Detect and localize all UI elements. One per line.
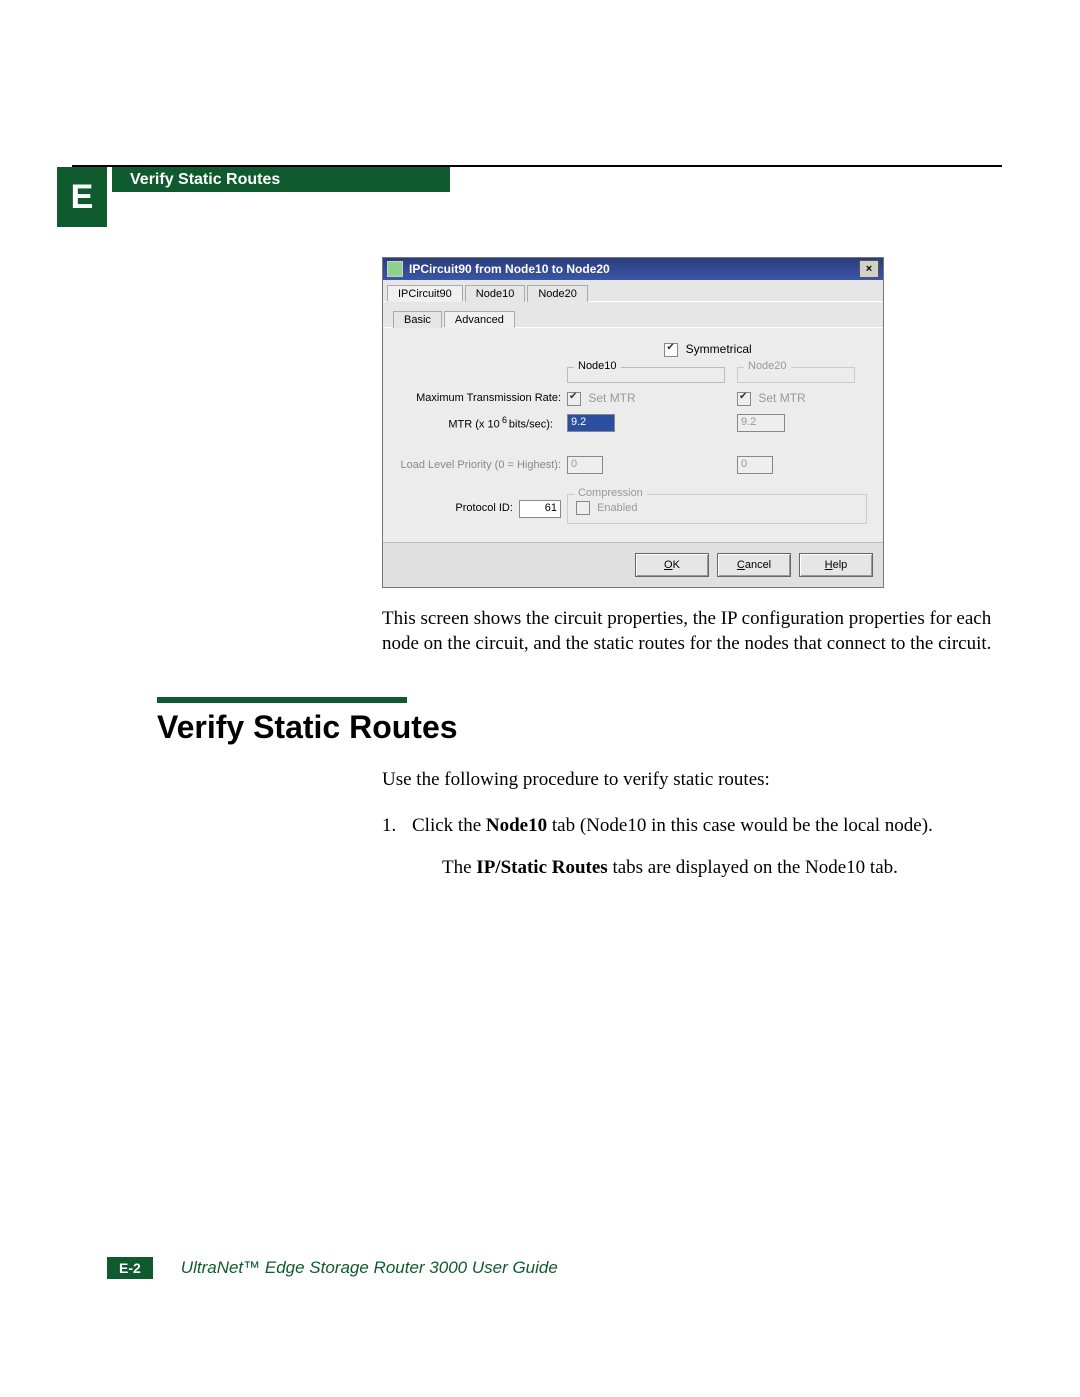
appendix-letter-block: E bbox=[57, 167, 107, 227]
caption-paragraph: This screen shows the circuit properties… bbox=[382, 606, 1002, 657]
step-1-result: The IP/Static Routes tabs are displayed … bbox=[412, 854, 1002, 882]
node10-setmtr-cell: Set MTR bbox=[567, 391, 737, 406]
symmetrical-checkbox[interactable] bbox=[664, 343, 678, 357]
main-column: IPCircuit90 from Node10 to Node20 × IPCi… bbox=[382, 257, 1002, 657]
protocol-id-label: Protocol ID: 61 bbox=[397, 500, 567, 518]
symmetrical-row: Symmetrical bbox=[547, 342, 869, 357]
tab-ipcircuit90[interactable]: IPCircuit90 bbox=[387, 285, 463, 302]
book-title: UltraNet™ Edge Storage Router 3000 User … bbox=[181, 1258, 558, 1278]
node10-legend: Node10 bbox=[574, 360, 621, 372]
page-header: E Verify Static Routes bbox=[72, 165, 1002, 207]
node20-mtr-input: 9.2 bbox=[737, 414, 785, 432]
circuit-properties-dialog: IPCircuit90 from Node10 to Node20 × IPCi… bbox=[382, 257, 884, 588]
symmetrical-label: Symmetrical bbox=[686, 342, 752, 356]
ok-button[interactable]: OK bbox=[635, 553, 709, 577]
node10-setmtr-label: Set MTR bbox=[588, 391, 635, 405]
help-button[interactable]: Help bbox=[799, 553, 873, 577]
procedure-step-1: 1.Click the Node10 tab (Node10 in this c… bbox=[382, 812, 1002, 881]
node20-priority-input: 0 bbox=[737, 456, 773, 474]
appendix-letter: E bbox=[71, 178, 94, 217]
dialog-titlebar: IPCircuit90 from Node10 to Node20 × bbox=[383, 258, 883, 280]
close-button[interactable]: × bbox=[859, 260, 879, 278]
tab-basic[interactable]: Basic bbox=[393, 311, 442, 328]
section-heading-block: Verify Static Routes bbox=[157, 697, 1002, 746]
protocol-id-input[interactable]: 61 bbox=[519, 500, 561, 518]
node10-mtr-input[interactable]: 9.2 bbox=[567, 414, 615, 432]
procedure-intro: Use the following procedure to verify st… bbox=[382, 766, 1002, 794]
tab-node20[interactable]: Node20 bbox=[527, 285, 588, 302]
cancel-button[interactable]: Cancel bbox=[717, 553, 791, 577]
dialog-inner-tabs: Basic Advanced bbox=[383, 302, 883, 328]
page-number-badge: E-2 bbox=[107, 1257, 153, 1279]
node20-legend: Node20 bbox=[744, 360, 791, 372]
node10-setmtr-checkbox[interactable] bbox=[567, 392, 581, 406]
step-number: 1. bbox=[382, 812, 412, 840]
load-priority-label: Load Level Priority (0 = Highest): bbox=[397, 459, 567, 471]
compression-legend: Compression bbox=[574, 487, 647, 499]
tab-advanced[interactable]: Advanced bbox=[444, 311, 515, 328]
header-tab-label: Verify Static Routes bbox=[130, 160, 280, 200]
mtr-rate-label: Maximum Transmission Rate: bbox=[397, 392, 567, 404]
page-content: E Verify Static Routes IPCircuit90 from … bbox=[72, 165, 1002, 901]
compression-enabled-checkbox bbox=[576, 501, 590, 515]
node10-group: Node10 bbox=[567, 367, 725, 383]
dialog-title: IPCircuit90 from Node10 to Node20 bbox=[409, 262, 859, 276]
dialog-top-tabs: IPCircuit90 Node10 Node20 bbox=[383, 280, 883, 302]
app-icon bbox=[387, 261, 403, 277]
page-footer: E-2 UltraNet™ Edge Storage Router 3000 U… bbox=[72, 1257, 1002, 1279]
header-section-tab: Verify Static Routes bbox=[112, 167, 450, 192]
node20-setmtr-label: Set MTR bbox=[758, 391, 805, 405]
section-rule bbox=[157, 697, 407, 703]
compression-group: Compression Enabled bbox=[567, 494, 867, 524]
dialog-button-row: OK Cancel Help bbox=[383, 542, 883, 587]
close-icon: × bbox=[866, 263, 872, 275]
procedure-list: 1.Click the Node10 tab (Node10 in this c… bbox=[382, 812, 1002, 881]
dialog-body: Symmetrical Node10 Node20 Maximum Transm… bbox=[383, 328, 883, 542]
tab-node10[interactable]: Node10 bbox=[465, 285, 526, 302]
settings-grid: Node10 Node20 Maximum Transmission Rate:… bbox=[397, 367, 869, 524]
node20-setmtr-checkbox bbox=[737, 392, 751, 406]
mtr-bits-label: MTR (x 10 bits/sec): 6 bbox=[397, 415, 567, 431]
compression-enabled-label: Enabled bbox=[597, 502, 637, 514]
node20-setmtr-cell: Set MTR bbox=[737, 391, 867, 406]
node10-priority-input: 0 bbox=[567, 456, 603, 474]
node20-group: Node20 bbox=[737, 367, 855, 383]
section-heading: Verify Static Routes bbox=[157, 709, 1002, 746]
